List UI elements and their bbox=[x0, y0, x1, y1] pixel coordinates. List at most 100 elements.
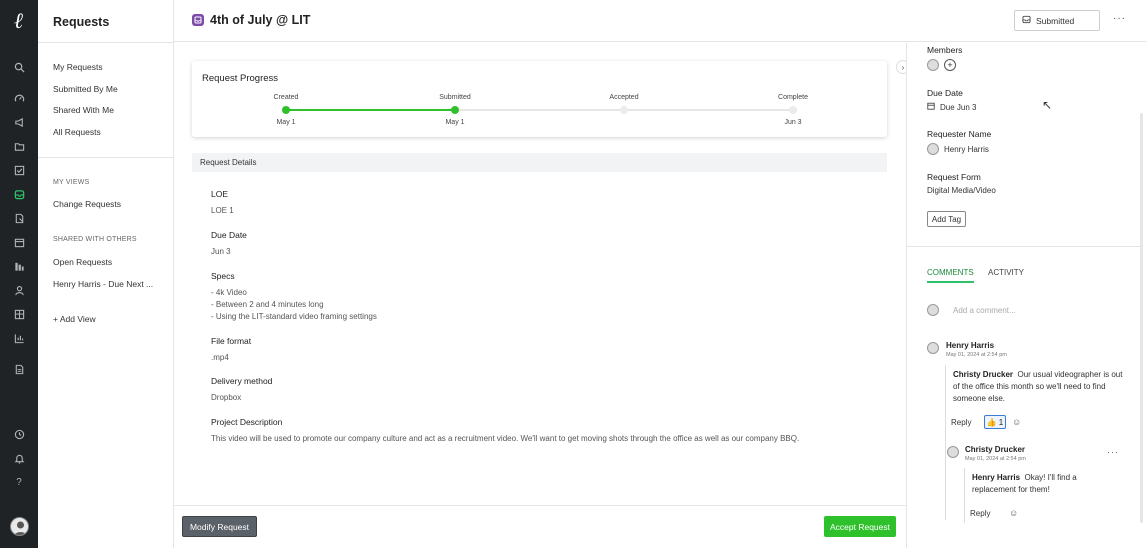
divider bbox=[907, 246, 1141, 247]
help-icon[interactable]: ? bbox=[11, 474, 27, 490]
search-icon[interactable] bbox=[11, 59, 27, 75]
more-options-icon[interactable]: ··· bbox=[1113, 13, 1126, 24]
page-header: 4th of July @ LIT Submitted ··· bbox=[174, 0, 1146, 42]
comment-author: Henry Harris bbox=[946, 341, 995, 350]
progress-track-segment bbox=[624, 109, 793, 111]
page-title: 4th of July @ LIT bbox=[210, 13, 311, 27]
field-value: Jun 3 bbox=[211, 247, 231, 256]
sidebar-item-change-requests[interactable]: Change Requests bbox=[53, 199, 121, 209]
folder-icon[interactable] bbox=[11, 138, 27, 154]
field-due-date: Due Date Jun 3 bbox=[211, 230, 247, 258]
add-tag-button[interactable]: Add Tag bbox=[927, 211, 966, 227]
comment-timestamp: May 01, 2024 at 2:54 pm bbox=[965, 456, 1026, 462]
checklist-icon[interactable] bbox=[11, 162, 27, 178]
field-value: Dropbox bbox=[211, 393, 242, 402]
person-icon[interactable] bbox=[11, 282, 27, 298]
comment-mention[interactable]: Christy Drucker bbox=[953, 370, 1013, 379]
members-label: Members bbox=[927, 45, 963, 55]
main-content: Request Progress Created May 1 Submitted Ma… bbox=[174, 43, 906, 548]
calendar-icon bbox=[927, 102, 935, 112]
requester-value: Henry Harris bbox=[927, 143, 989, 155]
field-label: Delivery method bbox=[211, 376, 273, 386]
dashboard-icon[interactable] bbox=[11, 90, 27, 106]
field-loe: LOE LOE 1 bbox=[211, 189, 234, 217]
stage-date: May 1 bbox=[445, 119, 465, 126]
reply-button[interactable]: Reply bbox=[970, 509, 990, 518]
file-icon[interactable] bbox=[11, 210, 27, 226]
due-date-label: Due Date bbox=[927, 88, 963, 98]
sidebar-item-my-requests[interactable]: My Requests bbox=[53, 62, 103, 72]
stage-label: Complete bbox=[778, 94, 808, 101]
comment-avatar bbox=[927, 342, 939, 354]
status-label: Submitted bbox=[1036, 15, 1075, 26]
calendar-icon[interactable] bbox=[11, 234, 27, 250]
field-label: Specs bbox=[211, 271, 235, 281]
sidebar-item-open-requests[interactable]: Open Requests bbox=[53, 257, 112, 267]
sidebar-item-shared-with-me[interactable]: Shared With Me bbox=[53, 105, 114, 115]
thumbs-up-icon: 👍 bbox=[986, 417, 997, 427]
accept-request-button[interactable]: Accept Request bbox=[824, 516, 896, 537]
members-list: + bbox=[927, 59, 956, 71]
request-form-value: Digital Media/Video bbox=[927, 186, 996, 195]
bell-icon[interactable] bbox=[11, 450, 27, 466]
field-value: .mp4 bbox=[211, 353, 229, 362]
add-member-icon[interactable]: + bbox=[944, 59, 956, 71]
add-reaction-icon[interactable]: ☺ bbox=[1009, 508, 1018, 518]
member-avatar[interactable] bbox=[927, 59, 939, 71]
field-value: - 4k Video - Between 2 and 4 minutes lon… bbox=[211, 288, 377, 321]
requests-icon[interactable] bbox=[11, 186, 27, 202]
field-label: Project Description bbox=[211, 417, 283, 427]
sidebar-item-submitted-by-me[interactable]: Submitted By Me bbox=[53, 84, 118, 94]
comment-body: Christy Drucker Our usual videographer i… bbox=[953, 369, 1123, 405]
modify-request-button[interactable]: Modify Request bbox=[182, 516, 257, 537]
comment-more-icon[interactable]: ··· bbox=[1107, 447, 1119, 457]
stage-label: Created bbox=[273, 94, 299, 101]
my-views-heading: MY VIEWS bbox=[53, 179, 90, 186]
tab-comments[interactable]: COMMENTS bbox=[927, 268, 974, 283]
progress-track-segment bbox=[286, 109, 455, 111]
stage-dot bbox=[451, 106, 459, 114]
add-view-button[interactable]: + Add View bbox=[53, 314, 96, 324]
stage-dot bbox=[789, 106, 797, 114]
stage-label: Submitted bbox=[439, 94, 471, 101]
due-date-value[interactable]: Due Jun 3 bbox=[927, 102, 976, 112]
thumbs-up-reaction[interactable]: 👍 1 bbox=[984, 415, 1006, 429]
details-side-panel: Members + Due Date Due Jun 3 Requester N… bbox=[906, 43, 1146, 548]
request-progress-card: Request Progress Created May 1 Submitted Ma… bbox=[192, 61, 887, 137]
document-icon[interactable] bbox=[11, 361, 27, 377]
clock-icon[interactable] bbox=[11, 426, 27, 442]
current-user-avatar bbox=[927, 304, 939, 316]
stage-date: Jun 3 bbox=[784, 119, 802, 126]
board-icon[interactable] bbox=[11, 258, 27, 274]
field-label: File format bbox=[211, 336, 252, 346]
progress-track-segment bbox=[455, 109, 624, 111]
announce-icon[interactable] bbox=[11, 114, 27, 130]
sidebar-item-all-requests[interactable]: All Requests bbox=[53, 127, 101, 137]
stage-label: Accepted bbox=[609, 94, 639, 101]
field-label: LOE bbox=[211, 189, 229, 199]
chart-icon[interactable] bbox=[11, 330, 27, 346]
reaction-count: 1 bbox=[998, 417, 1004, 427]
field-specs: Specs - 4k Video - Between 2 and 4 minut… bbox=[211, 271, 377, 323]
field-value: LOE 1 bbox=[211, 206, 234, 215]
panel-scrollbar[interactable] bbox=[1140, 113, 1143, 523]
add-reaction-icon[interactable]: ☺ bbox=[1012, 417, 1021, 427]
sidebar-title: Requests bbox=[53, 15, 110, 29]
inbox-icon bbox=[1022, 15, 1031, 26]
table-icon[interactable] bbox=[11, 306, 27, 322]
comment-timestamp: May 01, 2024 at 2:54 pm bbox=[946, 352, 1007, 358]
user-avatar[interactable] bbox=[10, 517, 29, 536]
logo-icon[interactable]: ℓ bbox=[9, 9, 29, 33]
comment-mention[interactable]: Henry Harris bbox=[972, 473, 1020, 482]
comment-body: Henry Harris Okay! I'll find a replaceme… bbox=[972, 472, 1122, 496]
sidebar-item-henry-harris-due[interactable]: Henry Harris - Due Next ... bbox=[53, 279, 153, 289]
shared-heading: SHARED WITH OTHERS bbox=[53, 236, 137, 243]
mouse-cursor-icon: ↖ bbox=[1042, 98, 1053, 112]
field-label: Due Date bbox=[211, 230, 247, 240]
field-value: This video will be used to promote our c… bbox=[211, 434, 800, 443]
requester-avatar bbox=[927, 143, 939, 155]
reply-button[interactable]: Reply bbox=[951, 418, 971, 427]
tab-activity[interactable]: ACTIVITY bbox=[988, 268, 1024, 277]
comment-input[interactable]: Add a comment... bbox=[953, 306, 1016, 315]
status-dropdown[interactable]: Submitted bbox=[1014, 10, 1100, 31]
